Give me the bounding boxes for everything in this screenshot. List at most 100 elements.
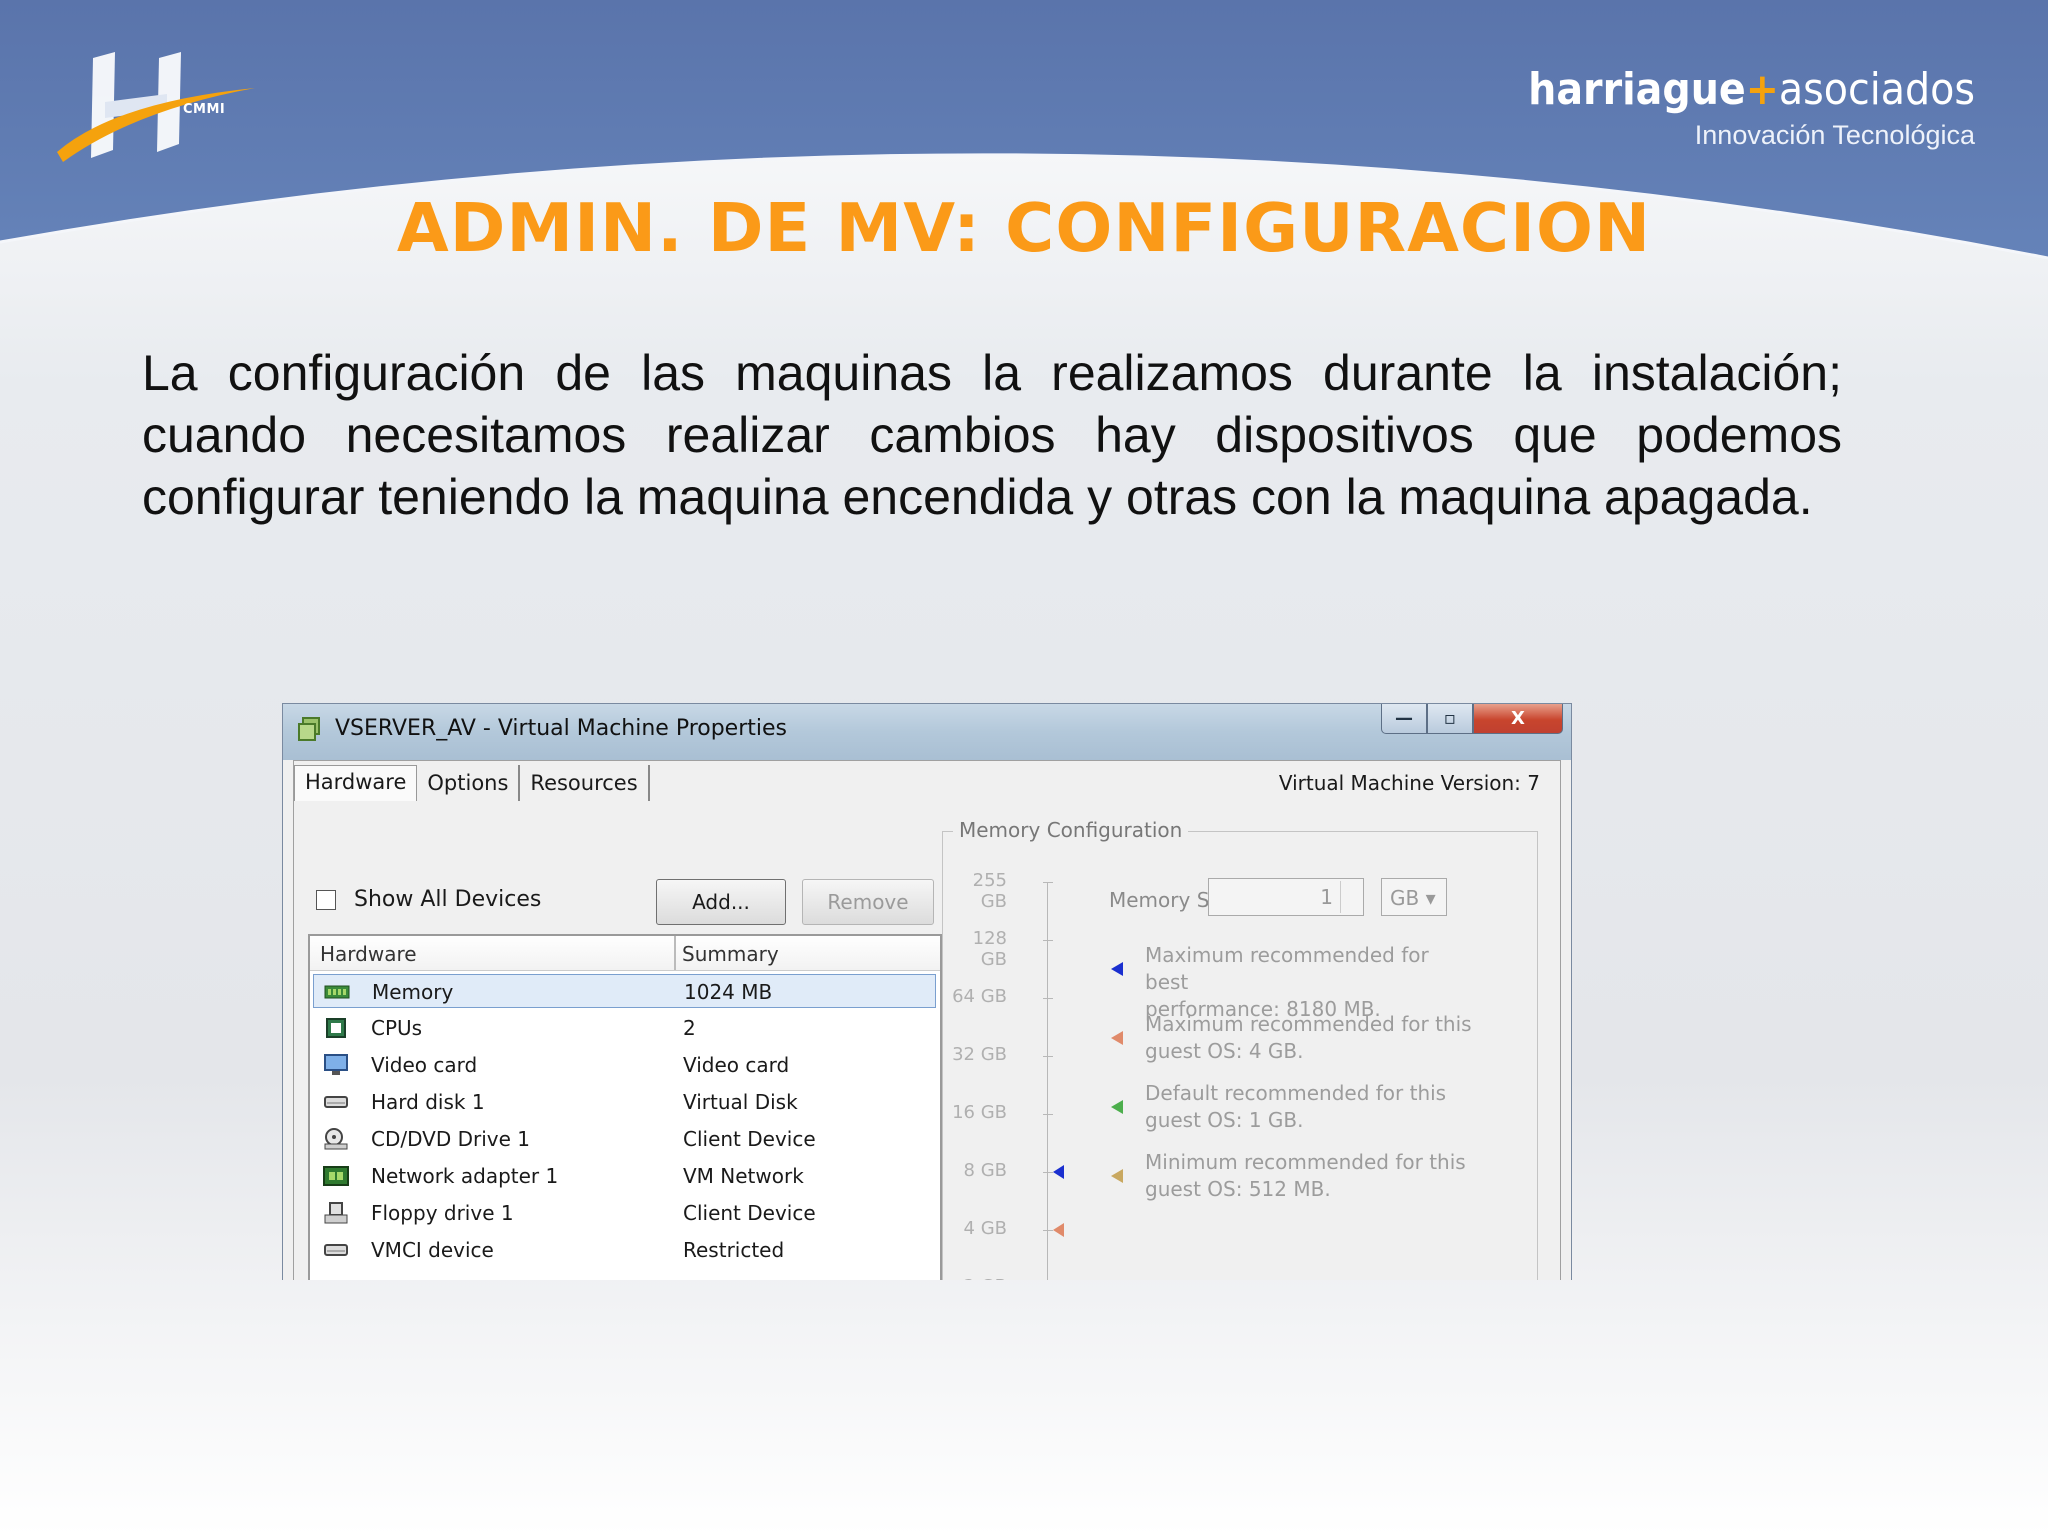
hardware-row-name: Video card	[371, 1053, 478, 1077]
recommendation-line: Default recommended for this	[1145, 1081, 1447, 1105]
hardware-row[interactable]: Hard disk 1 Virtual Disk	[313, 1085, 936, 1119]
show-all-devices[interactable]: Show All Devices	[316, 887, 541, 912]
memory-scale-label: 64 GB	[952, 986, 1007, 1007]
hardware-row-name: VMCI device	[371, 1238, 494, 1262]
chevron-down-icon: ▾	[1425, 886, 1436, 910]
memory-unit-select[interactable]: GB ▾	[1381, 878, 1447, 916]
hardware-row[interactable]: CPUs 2	[313, 1011, 936, 1045]
slide-paragraph: La configuración de las maquinas la real…	[142, 345, 1842, 525]
dialog-titlebar[interactable]: VSERVER_AV - Virtual Machine Properties …	[283, 704, 1571, 760]
memory-scale-marker-icon	[1053, 1223, 1064, 1237]
memory-configuration-group: Memory Configuration 255 GB 128 GB 64 GB 32…	[942, 818, 1538, 1280]
cd-drive-icon	[323, 1128, 349, 1150]
cpu-icon	[323, 1017, 349, 1039]
tab-hardware[interactable]: Hardware	[294, 765, 418, 801]
minimize-icon: —	[1395, 708, 1413, 729]
hardware-row[interactable]: Video card Video card	[313, 1048, 936, 1082]
brand-name: harriague+asociados	[1528, 64, 1975, 115]
window-controls: — ▫ X	[1381, 704, 1563, 736]
dialog-title: VSERVER_AV - Virtual Machine Properties	[335, 716, 787, 741]
add-button[interactable]: Add...	[656, 879, 786, 925]
memory-scale-label: 2 GB	[943, 1276, 1007, 1280]
minimize-button[interactable]: —	[1381, 704, 1427, 734]
recommendation-marker-icon	[1111, 962, 1123, 976]
column-header-summary[interactable]: Summary	[682, 942, 779, 966]
memory-scale-tick	[1043, 998, 1053, 999]
vm-properties-dialog: VSERVER_AV - Virtual Machine Properties …	[282, 703, 1572, 1280]
monitor-icon	[323, 1054, 349, 1076]
recommendation-marker-icon	[1111, 1100, 1123, 1114]
close-button[interactable]: X	[1473, 704, 1563, 734]
hardware-row-name: Memory	[372, 980, 454, 1004]
memory-scale-tick	[1043, 882, 1053, 883]
hardware-row-summary: Client Device	[683, 1201, 816, 1225]
hardware-row-summary: Restricted	[683, 1238, 785, 1262]
network-adapter-icon	[323, 1165, 349, 1187]
vm-icon	[298, 717, 320, 741]
hardware-row[interactable]: VMCI device Restricted	[313, 1233, 936, 1267]
remove-button[interactable]: Remove	[802, 879, 934, 925]
memory-scale-label: 255 GB	[972, 870, 1007, 912]
memory-scale-label: 128 GB	[972, 928, 1007, 970]
column-header-hardware[interactable]: Hardware	[320, 942, 417, 966]
memory-scale-tick	[1043, 1056, 1053, 1057]
recommendation-line: guest OS: 1 GB.	[1145, 1108, 1304, 1132]
memory-recommendation: Minimum recommended for this guest OS: 51…	[1145, 1149, 1475, 1203]
recommendation-line: guest OS: 512 MB.	[1145, 1177, 1331, 1201]
memory-scale-tick	[1043, 1230, 1053, 1231]
hardware-row-summary: 1024 MB	[684, 980, 773, 1004]
hardware-row[interactable]: Floppy drive 1 Client Device	[313, 1196, 936, 1230]
memory-scale-marker-icon	[1053, 1165, 1064, 1179]
hardware-row-name: Hard disk 1	[371, 1090, 485, 1114]
logo-badge: CMMI	[183, 102, 226, 117]
memory-size-spinner[interactable]	[1340, 881, 1361, 913]
hardware-row[interactable]: CD/DVD Drive 1 Client Device	[313, 1122, 936, 1156]
hardware-row-name: CPUs	[371, 1016, 423, 1040]
vm-version: Virtual Machine Version: 7	[1278, 771, 1540, 795]
memory-size-input[interactable]: 1	[1208, 878, 1364, 916]
hardware-row-summary: Virtual Disk	[683, 1090, 798, 1114]
company-logo	[57, 52, 255, 162]
memory-scale-tick	[1043, 1172, 1053, 1173]
memory-icon	[324, 981, 350, 1003]
hardware-row-name: CD/DVD Drive 1	[371, 1127, 530, 1151]
hardware-row-summary: VM Network	[683, 1164, 804, 1188]
tab-bar: Hardware Options Resources	[294, 765, 650, 801]
show-all-devices-label: Show All Devices	[354, 887, 542, 912]
memory-scale-tick	[1043, 1114, 1053, 1115]
hardware-row[interactable]: Network adapter 1 VM Network	[313, 1159, 936, 1193]
memory-recommendation: Maximum recommended for this guest OS: 4 …	[1145, 1011, 1475, 1065]
show-all-devices-checkbox[interactable]	[316, 889, 336, 910]
memory-scale-tick	[1043, 940, 1053, 941]
memory-recommendation: Default recommended for this guest OS: 1 …	[1145, 1080, 1475, 1134]
list-header: Hardware Summary	[310, 936, 940, 971]
recommendation-marker-icon	[1111, 1031, 1123, 1045]
close-icon: X	[1511, 708, 1525, 729]
brand-tagline: Innovación Tecnológica	[1694, 120, 1975, 150]
dialog-body: Hardware Options Resources Virtual Machi…	[293, 760, 1561, 1280]
slide-title: ADMIN. DE MV: CONFIGURACION	[396, 189, 1652, 267]
memory-scale-label: 16 GB	[952, 1102, 1007, 1123]
maximize-button[interactable]: ▫	[1427, 704, 1473, 734]
memory-scale-label: 4 GB	[963, 1218, 1007, 1239]
brand-logo: harriague+asociados Innovación Tecnológi…	[1528, 64, 1975, 152]
maximize-icon: ▫	[1443, 708, 1457, 729]
recommendation-line: Minimum recommended for this	[1145, 1150, 1466, 1174]
hardware-row-name: Network adapter 1	[371, 1164, 559, 1188]
hardware-row-name: Floppy drive 1	[371, 1201, 514, 1225]
tab-resources[interactable]: Resources	[520, 765, 650, 801]
hardware-row-summary: 2	[683, 1016, 696, 1040]
recommendation-marker-icon	[1111, 1169, 1123, 1183]
floppy-drive-icon	[323, 1202, 349, 1224]
hardware-row-summary: Video card	[683, 1053, 790, 1077]
memory-scale-line	[1047, 882, 1048, 1280]
vmci-device-icon	[323, 1239, 349, 1261]
hardware-row[interactable]: Memory 1024 MB	[313, 974, 936, 1008]
recommendation-line: guest OS: 4 GB.	[1145, 1039, 1304, 1063]
recommendation-line: Maximum recommended for this	[1145, 1012, 1472, 1036]
memory-scale-label: 32 GB	[952, 1044, 1007, 1065]
memory-scale-label: 8 GB	[963, 1160, 1007, 1181]
tab-options[interactable]: Options	[417, 765, 521, 801]
hardware-list[interactable]: Hardware Summary Memory 1024 MB CPUs 2 Video…	[308, 934, 942, 1280]
memory-configuration-label: Memory Configuration	[953, 818, 1189, 842]
